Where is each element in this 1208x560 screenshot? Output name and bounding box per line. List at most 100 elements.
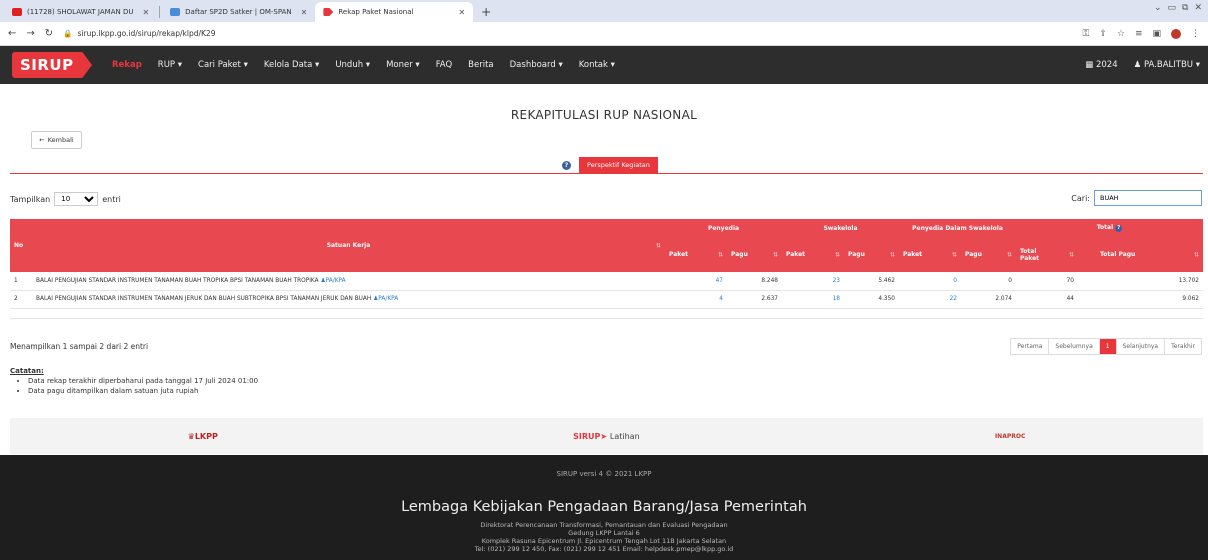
cell-total-pagu: 9.062	[1078, 290, 1203, 309]
cell-satker: BALAI PENGUJIAN STANDAR INSTRUMEN TANAMA…	[32, 290, 665, 309]
col-swakelola-label: Swakelola	[823, 224, 858, 232]
forward-arrow-icon[interactable]: →	[26, 28, 34, 39]
sort-icon: ⇅	[772, 251, 778, 258]
sirup-logo[interactable]: SIRUP	[12, 52, 92, 78]
col-swakelola-paket[interactable]: Paket ⇅	[782, 237, 844, 272]
site-footer: SIRUP versi 4 © 2021 LKPP Lembaga Kebija…	[0, 455, 1208, 560]
page-last[interactable]: Terakhir	[1165, 339, 1201, 354]
key-icon[interactable]: ⚿	[1082, 29, 1089, 39]
share-icon[interactable]: ⇪	[1099, 29, 1107, 39]
sirup-icon	[323, 8, 334, 16]
browser-tab-1[interactable]: Daftar SP2D Satker | OM-SPAN ✕	[162, 2, 315, 22]
help-icon[interactable]: ?	[1115, 224, 1123, 232]
nav-kontak[interactable]: Kontak ▾	[579, 60, 615, 70]
nav-unduh[interactable]: Unduh ▾	[335, 60, 370, 70]
help-icon[interactable]: ?	[562, 160, 571, 170]
show-label: Tampilkan	[10, 194, 51, 204]
role-link[interactable]: ♟PA/KPA	[373, 296, 398, 302]
browser-tab-0[interactable]: (11728) SHOLAWAT JAMAN DU ✕	[4, 2, 157, 22]
col-label: Pagu	[731, 251, 748, 258]
cell-swakelola-paket[interactable]: 23	[782, 272, 844, 291]
calendar-icon: ▦	[1085, 60, 1096, 70]
minimize-icon[interactable]: ▭	[1168, 3, 1177, 13]
cell-pds-paket[interactable]: 0	[899, 272, 961, 291]
cell-penyedia-paket[interactable]: 4	[665, 290, 727, 309]
sirup-latihan-logo[interactable]: SIRUP➤ Latihan	[573, 432, 640, 441]
profile-avatar[interactable]	[1171, 28, 1181, 39]
year-text: 2024	[1095, 60, 1118, 70]
user-menu[interactable]: ♟ PA.BALITBU ▾	[1134, 60, 1200, 70]
note-item: Data rekap terakhir diperbaharui pada ta…	[28, 376, 258, 386]
cell-total-pagu: 13.702	[1078, 272, 1203, 291]
perspective-button[interactable]: Perspektif Kegiatan	[579, 157, 658, 173]
role-link[interactable]: ♟PA/KPA	[320, 278, 345, 284]
nav-moner[interactable]: Moner ▾	[386, 60, 420, 70]
app-navbar: SIRUP Rekap RUP ▾ Cari Paket ▾ Kelola Da…	[0, 46, 1208, 84]
search-input[interactable]	[1094, 190, 1202, 206]
nav-rekap[interactable]: Rekap	[112, 60, 142, 70]
footer-line: Komplek Rasuna Epicentrum Jl. Epicentrum…	[481, 537, 727, 545]
col-satker[interactable]: Satuan Kerja ⇅	[32, 219, 665, 272]
browser-tab-2[interactable]: Rekap Paket Nasional ✕	[315, 2, 474, 22]
reading-list-icon[interactable]: ≡	[1135, 29, 1143, 39]
col-no[interactable]: No	[10, 219, 32, 272]
tab-separator	[159, 6, 161, 18]
sidepanel-icon[interactable]: ▣	[1152, 29, 1161, 39]
nav-rup[interactable]: RUP ▾	[158, 60, 182, 70]
col-swakelola-pagu[interactable]: Pagu ⇅	[844, 237, 899, 272]
close-window-icon[interactable]: ✕	[1194, 3, 1202, 13]
lock-icon: 🔒	[63, 29, 73, 38]
col-pds-pagu[interactable]: Pagu ⇅	[961, 237, 1016, 272]
cell-swakelola-pagu: 4.350	[844, 290, 899, 309]
maximize-icon[interactable]: ⧉	[1182, 3, 1188, 13]
back-arrow-icon[interactable]: ←	[8, 28, 16, 39]
col-total-pagu[interactable]: Total Pagu ⇅	[1078, 237, 1203, 272]
page-first[interactable]: Pertama	[1011, 339, 1050, 354]
year-selector[interactable]: ▦ 2024	[1085, 60, 1117, 70]
footer-org: Lembaga Kebijakan Pengadaan Barang/Jasa …	[401, 499, 807, 515]
page-prev[interactable]: Sebelumnya	[1049, 339, 1100, 354]
close-icon[interactable]: ✕	[142, 8, 149, 17]
notes: Catatan: Data rekap terakhir diperbaharu…	[10, 366, 258, 396]
note-item: Data pagu ditampilkan dalam satuan juta …	[28, 386, 258, 396]
lkpp-logo[interactable]: ♛LKPP	[188, 432, 218, 441]
chevron-down-icon[interactable]: ⌄	[1154, 3, 1162, 13]
back-button[interactable]: ← Kembali	[31, 131, 82, 149]
cell-penyedia-paket[interactable]: 47	[665, 272, 727, 291]
col-pds-paket[interactable]: Paket ⇅	[899, 237, 961, 272]
star-icon[interactable]: ☆	[1117, 29, 1125, 39]
nav-faq[interactable]: FAQ	[436, 60, 452, 70]
table-info: Menampilkan 1 sampai 2 dari 2 entri	[10, 342, 149, 351]
col-label: Paket	[786, 251, 806, 258]
close-icon[interactable]: ✕	[301, 8, 308, 17]
nav-berita[interactable]: Berita	[468, 60, 493, 70]
nav-kelola-data[interactable]: Kelola Data ▾	[264, 60, 319, 70]
sort-icon: ⇅	[834, 251, 840, 258]
url-field[interactable]: 🔒 sirup.lkpp.go.id/sirup/rekap/klpd/K29	[63, 25, 1072, 43]
page-next[interactable]: Selanjutnya	[1117, 339, 1166, 354]
reload-icon[interactable]: ↻	[45, 28, 53, 39]
col-total-paket[interactable]: Total Paket ⇅	[1016, 237, 1078, 272]
tab-title: Rekap Paket Nasional	[338, 8, 414, 16]
col-total-label: Total	[1096, 224, 1114, 232]
col-swakelola: Swakelola	[782, 219, 899, 237]
browser-actions: ⚿ ⇪ ☆ ≡ ▣ ⋮	[1082, 28, 1200, 39]
col-penyedia-pagu[interactable]: Pagu ⇅	[727, 237, 782, 272]
notes-title: Catatan:	[10, 367, 44, 375]
cell-swakelola-paket[interactable]: 18	[782, 290, 844, 309]
inaproc-logo[interactable]: INAPROC	[995, 433, 1025, 440]
footer-line: Direktorat Perencanaan Transformasi, Pem…	[480, 521, 728, 529]
new-tab-button[interactable]: +	[473, 5, 499, 22]
nav-cari-paket[interactable]: Cari Paket ▾	[198, 60, 248, 70]
cell-swakelola-pagu: 5.462	[844, 272, 899, 291]
nav-dashboard[interactable]: Dashboard ▾	[510, 60, 563, 70]
cell-pds-paket[interactable]: 22	[899, 290, 961, 309]
col-penyedia-paket[interactable]: Paket ⇅	[665, 237, 727, 272]
tab-title: (11728) SHOLAWAT JAMAN DU	[27, 8, 134, 16]
page-current[interactable]: 1	[1099, 339, 1117, 354]
close-icon[interactable]: ✕	[458, 8, 465, 17]
col-pds: Penyedia Dalam Swakelola	[899, 219, 1016, 237]
menu-icon[interactable]: ⋮	[1191, 29, 1200, 39]
page-size-select[interactable]: 10	[54, 192, 99, 206]
cell-total-paket: 70	[1016, 272, 1078, 291]
